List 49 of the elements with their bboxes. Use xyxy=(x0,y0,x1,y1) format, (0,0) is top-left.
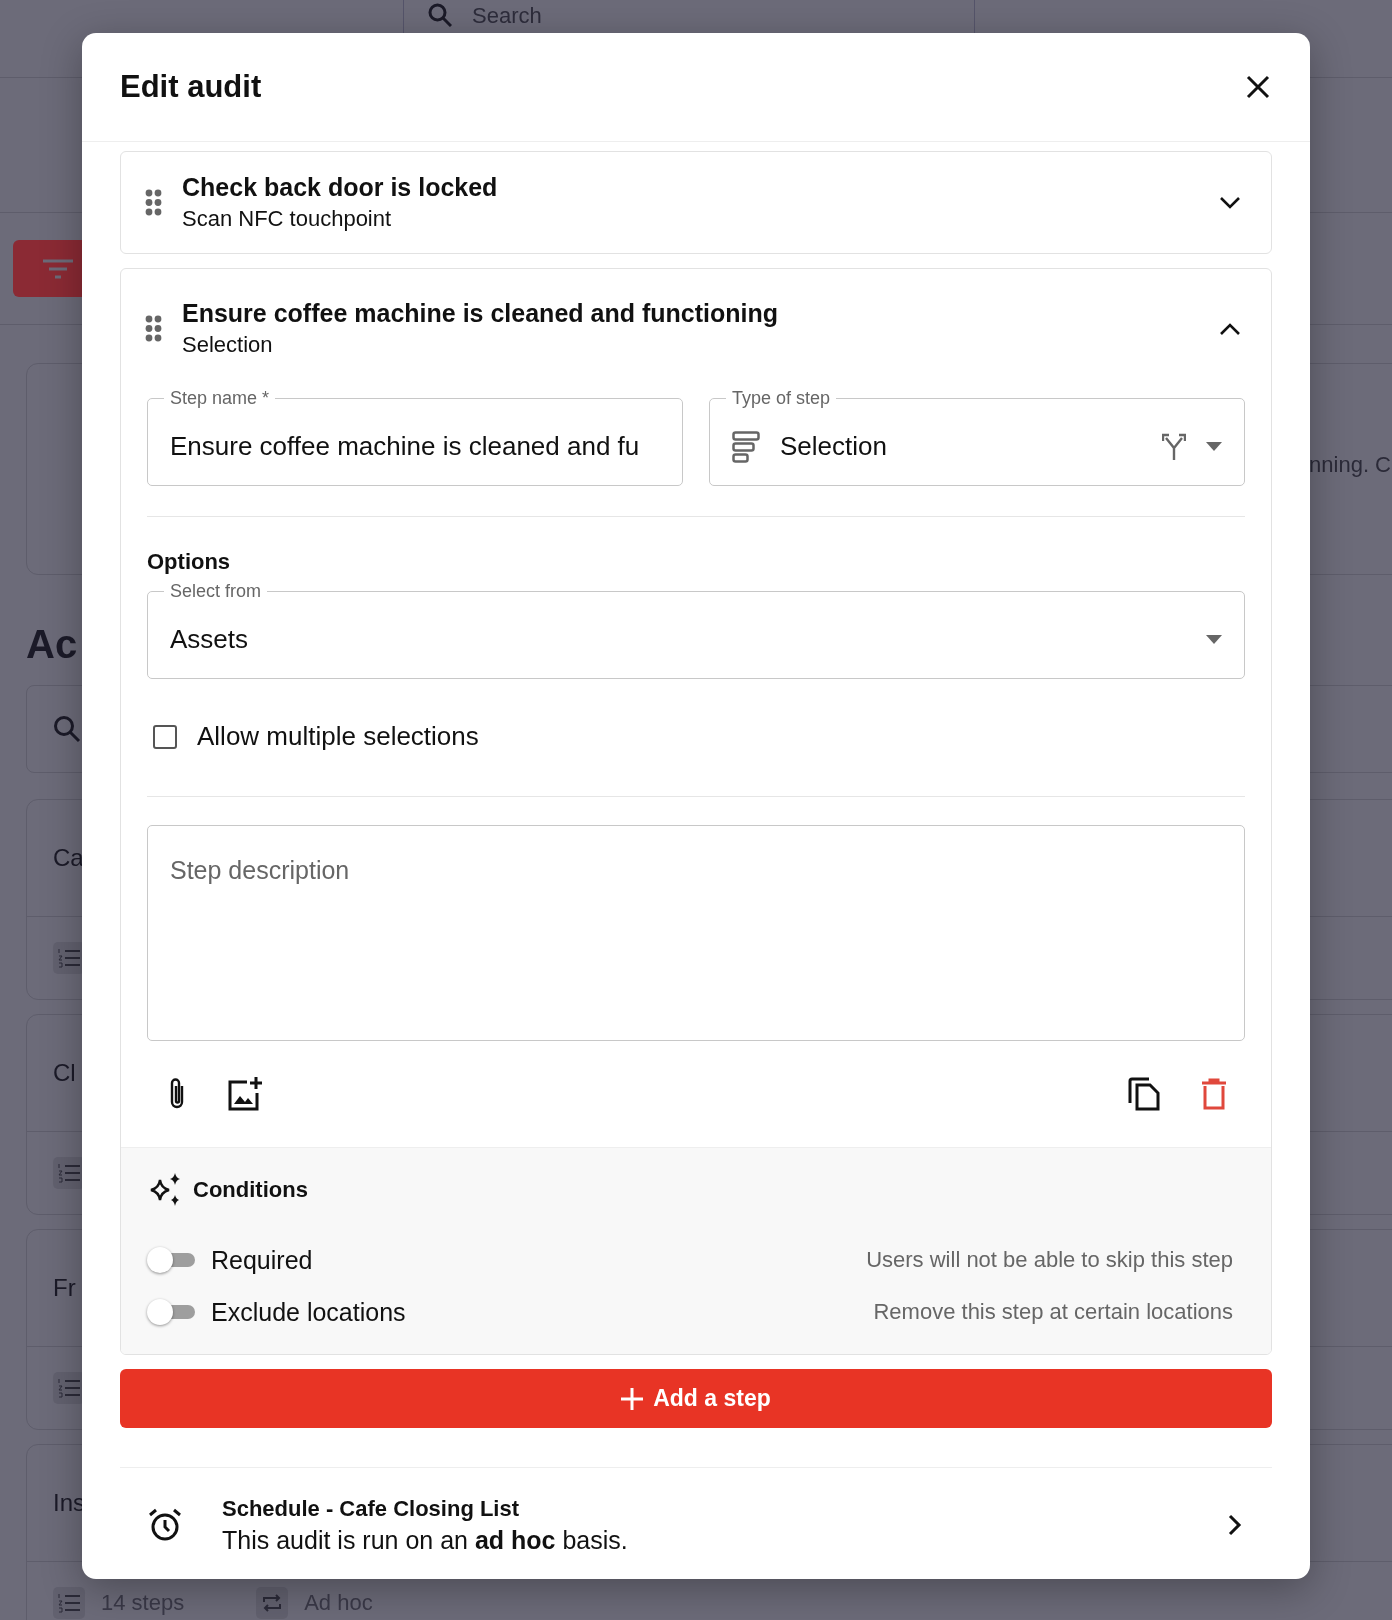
branch-icon[interactable] xyxy=(1162,432,1186,461)
dialog-title: Edit audit xyxy=(120,69,262,105)
trash-icon[interactable] xyxy=(1201,1078,1227,1110)
hint-text: Users will not be able to skip this step xyxy=(866,1247,1233,1273)
plus-icon xyxy=(621,1387,644,1410)
add-image-icon[interactable] xyxy=(227,1076,263,1112)
chevron-right-icon xyxy=(1228,1514,1242,1536)
list-icon xyxy=(53,1157,85,1189)
checkbox-label: Allow multiple selections xyxy=(197,721,479,752)
section-heading: Conditions xyxy=(193,1177,308,1203)
schedule-text: This audit is run on an ad hoc basis. xyxy=(222,1525,629,1555)
search-icon xyxy=(53,715,81,743)
toggle-switch[interactable] xyxy=(147,1247,195,1273)
close-icon[interactable] xyxy=(1246,75,1270,99)
list-icon xyxy=(732,430,760,463)
schedule-title: Schedule - Cafe Closing List xyxy=(222,1495,521,1522)
checkbox[interactable] xyxy=(153,724,177,749)
step-title: Check back door is locked xyxy=(182,173,499,202)
dropdown-caret-icon[interactable] xyxy=(1206,635,1222,644)
toggle-label: Required xyxy=(211,1245,313,1275)
step-name-field[interactable]: Step name * Ensure coffee machine is cleaned and fu xyxy=(147,388,683,486)
chevron-up-icon[interactable] xyxy=(1219,321,1241,336)
card-text: nning. C xyxy=(1309,452,1391,478)
card-title: Cl xyxy=(53,1059,76,1087)
toggle-switch[interactable] xyxy=(147,1299,195,1325)
step-type-dropdown[interactable]: Type of step Selection xyxy=(709,388,1245,486)
schedule-row[interactable]: Schedule - Cafe Closing List This audit is run on an ad hoc basis. xyxy=(120,1468,1272,1582)
list-icon xyxy=(53,1372,85,1404)
list-icon xyxy=(53,942,85,974)
step-title: Ensure coffee machine is cleaned and functioning xyxy=(182,299,779,328)
section-heading: Options xyxy=(147,549,232,575)
step-type: Scan NFC touchpoint xyxy=(182,206,393,232)
drag-handle-icon[interactable] xyxy=(145,189,162,216)
section-heading: Ac xyxy=(26,621,78,668)
drag-handle-icon[interactable] xyxy=(145,315,162,342)
dropdown-caret-icon[interactable] xyxy=(1206,442,1222,451)
search-icon xyxy=(428,3,452,27)
select-from-dropdown[interactable]: Select from Assets xyxy=(147,581,1245,679)
description-field[interactable]: Step description xyxy=(147,825,1245,1041)
step-type: Selection xyxy=(182,332,274,358)
copy-icon[interactable] xyxy=(1127,1076,1161,1112)
card-title: Ca xyxy=(53,844,84,872)
hint-text: Remove this step at certain locations xyxy=(873,1299,1233,1325)
filter-icon xyxy=(43,258,73,279)
chevron-down-icon[interactable] xyxy=(1219,195,1241,210)
card-title: Fr xyxy=(53,1274,76,1302)
add-step-button[interactable]: Add a step xyxy=(120,1369,1272,1428)
toggle-label: Exclude locations xyxy=(211,1297,406,1327)
alarm-clock-icon xyxy=(148,1508,182,1542)
